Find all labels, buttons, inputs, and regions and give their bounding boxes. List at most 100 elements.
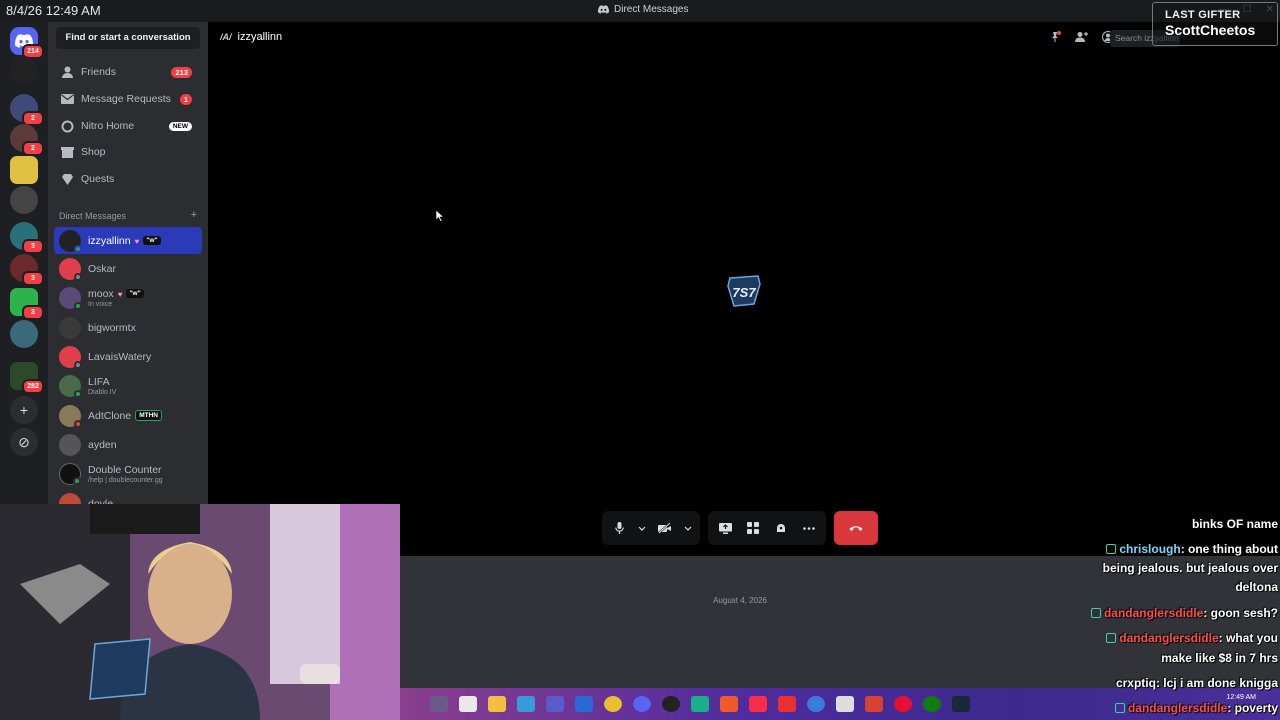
- chat-text: : poverty: [1227, 701, 1278, 715]
- dm-item-double-counter[interactable]: Double Counter/help | doublecounter.gg: [54, 460, 202, 487]
- find-conversation-button[interactable]: Find or start a conversation: [56, 27, 200, 49]
- chrome-icon[interactable]: [604, 696, 622, 712]
- vscode-icon[interactable]: [517, 696, 535, 712]
- nav-quests[interactable]: Quests: [54, 167, 202, 191]
- app-icon[interactable]: [836, 696, 854, 712]
- server-icon[interactable]: 3: [10, 288, 44, 320]
- dm-name: LavaisWatery: [88, 350, 152, 363]
- camera-options-chevron-icon[interactable]: [684, 519, 692, 537]
- server-icon-izzy[interactable]: [10, 56, 38, 84]
- server-icon[interactable]: [10, 156, 38, 184]
- server-rail: 214 2 2 3 3 3 282 + ⊘: [0, 22, 48, 504]
- server-icon[interactable]: 3: [10, 254, 44, 286]
- create-dm-plus-icon[interactable]: +: [191, 210, 197, 221]
- dm-item-izzyallinn[interactable]: izzyallinn ♥ "w": [54, 227, 202, 254]
- taskbar-apps: [430, 696, 970, 712]
- avatar: [59, 345, 82, 369]
- brave-icon[interactable]: [720, 696, 738, 712]
- dm-item-doyle[interactable]: doyle: [54, 490, 202, 504]
- app-icon[interactable]: [865, 696, 883, 712]
- microphone-button[interactable]: [610, 519, 628, 537]
- pin-icon[interactable]: [1049, 30, 1061, 48]
- discover-button[interactable]: ⊘: [10, 428, 38, 456]
- chat-line: dandanglersdidle: goon sesh?: [1090, 606, 1278, 620]
- nav-nitro-home[interactable]: Nitro Home NEW: [54, 114, 202, 138]
- server-icon[interactable]: [10, 186, 38, 214]
- date-separator: August 4, 2026: [713, 596, 767, 605]
- steam-icon[interactable]: [952, 696, 970, 712]
- chat-line: chrislough: one thing about: [1106, 542, 1278, 556]
- dm-name-text: izzyallinn: [88, 234, 131, 247]
- nav-label: Quests: [81, 173, 115, 185]
- help-icon[interactable]: [807, 696, 825, 712]
- avatar: [59, 433, 81, 456]
- folder-icon[interactable]: [488, 696, 506, 712]
- music-icon[interactable]: [749, 696, 767, 712]
- dm-item-ayden[interactable]: ayden: [54, 431, 202, 458]
- chat-badge-icon: [1114, 703, 1125, 713]
- app-icon[interactable]: [691, 696, 709, 712]
- chat-username: dandanglersdidle: [1119, 631, 1219, 645]
- friends-count-badge: 213: [171, 66, 192, 78]
- dm-avatar-small: /A/: [220, 32, 232, 42]
- avatar: [59, 316, 81, 339]
- dm-item-bigwormtx[interactable]: bigwormtx: [54, 314, 202, 341]
- chat-text: : what you: [1218, 631, 1278, 645]
- channel-header: /A/ izzyallinn: [220, 31, 282, 43]
- app-icon[interactable]: [894, 696, 912, 712]
- nav-message-requests[interactable]: Message Requests 1: [54, 87, 202, 111]
- add-server-button[interactable]: +: [10, 396, 38, 424]
- teams-icon[interactable]: [546, 696, 564, 712]
- xbox-icon[interactable]: [923, 696, 941, 712]
- last-gifter-overlay: LAST GIFTER ScottCheetos: [1152, 2, 1278, 46]
- soundboard-button[interactable]: [772, 519, 790, 537]
- server-icon[interactable]: 3: [10, 222, 44, 254]
- dm-name: moox ♥ "w": [88, 288, 144, 300]
- dm-home-button[interactable]: 214: [10, 27, 44, 59]
- server-icon[interactable]: 2: [10, 124, 44, 156]
- title-bar: 8/4/26 12:49 AM Direct Messages — ☐ ✕: [0, 0, 1280, 22]
- call-controls: [602, 511, 878, 545]
- chat-line: binks OF name: [1192, 517, 1278, 531]
- app-icon[interactable]: [778, 696, 796, 712]
- mic-options-chevron-icon[interactable]: [638, 519, 646, 537]
- discord-taskbar-icon[interactable]: [633, 696, 651, 712]
- chat-pane: August 4, 2026: [400, 556, 1280, 688]
- mouse-cursor-icon: [436, 210, 444, 222]
- svg-text:7S7: 7S7: [732, 285, 756, 300]
- chat-badge-icon: [1106, 633, 1117, 643]
- server-badge: 3: [22, 271, 44, 286]
- window-title: Direct Messages: [598, 4, 688, 15]
- server-icon[interactable]: [10, 320, 38, 348]
- end-call-button[interactable]: [834, 511, 878, 545]
- dm-item-lifa[interactable]: LIFA Diablo IV: [54, 372, 202, 399]
- camera-off-button[interactable]: [656, 519, 674, 537]
- avatar: [59, 404, 82, 428]
- requests-count-badge: 1: [179, 93, 192, 105]
- chat-username: dandanglersdidle: [1127, 701, 1228, 715]
- nav-shop[interactable]: Shop: [54, 140, 202, 164]
- nav-label: Nitro Home: [81, 120, 135, 132]
- search-box-icon[interactable]: [430, 696, 448, 712]
- hangup-icon: [849, 525, 863, 531]
- chat-line: deltona: [1235, 580, 1278, 594]
- dm-name-text: moox: [88, 287, 114, 300]
- activities-button[interactable]: [744, 519, 762, 537]
- screen-share-button[interactable]: [716, 519, 734, 537]
- add-friends-icon[interactable]: [1075, 30, 1088, 48]
- avatar: [59, 492, 81, 504]
- obs-icon[interactable]: [662, 696, 680, 712]
- dm-item-lavaiswatery[interactable]: LavaisWatery: [54, 343, 202, 370]
- store-icon[interactable]: [575, 696, 593, 712]
- more-options-button[interactable]: [800, 519, 818, 537]
- nav-friends[interactable]: Friends 213: [54, 60, 202, 84]
- dm-status: In voice: [88, 300, 113, 308]
- server-icon[interactable]: 2: [10, 94, 44, 126]
- dm-item-oskar[interactable]: Oskar: [54, 255, 202, 282]
- dm-item-adtclone[interactable]: AdtClone MTHN: [54, 402, 202, 429]
- server-icon[interactable]: 282: [10, 362, 44, 394]
- chat-text: deltona: [1235, 580, 1278, 594]
- dm-item-moox[interactable]: moox ♥ "w" In voice: [54, 284, 202, 311]
- dm-name: LIFA: [88, 375, 110, 388]
- file-icon[interactable]: [459, 696, 477, 712]
